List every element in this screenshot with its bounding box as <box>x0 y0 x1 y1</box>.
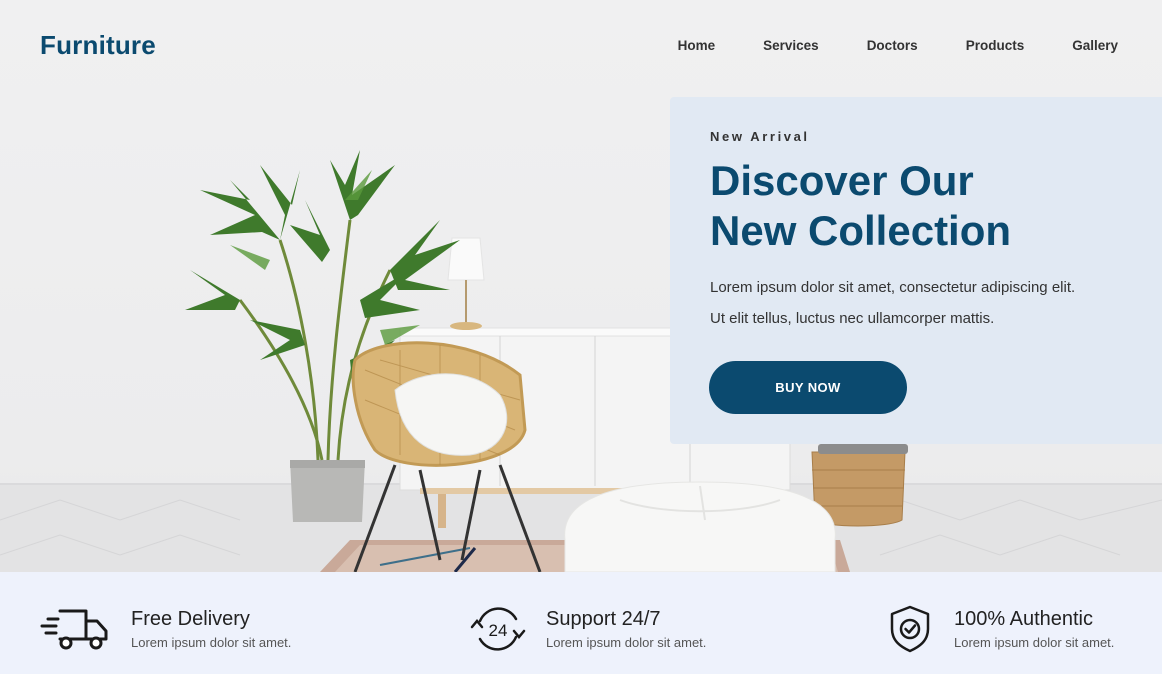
promo-description-line1: Lorem ipsum dolor sit amet, consectetur … <box>710 279 1076 296</box>
feature-subtitle: Lorem ipsum dolor sit amet. <box>954 635 1115 650</box>
feature-subtitle: Lorem ipsum dolor sit amet. <box>131 635 292 650</box>
promo-headline-line2: New Collection <box>710 207 1012 254</box>
promo-card: New Arrival Discover Our New Collection … <box>670 97 1162 444</box>
promo-headline: Discover Our New Collection <box>710 156 1122 256</box>
main-nav: Home Services Doctors Products Gallery <box>678 38 1118 53</box>
nav-link-home[interactable]: Home <box>678 38 716 53</box>
nav-link-products[interactable]: Products <box>966 38 1025 53</box>
buy-now-button[interactable]: BUY NOW <box>709 361 907 414</box>
shield-check-icon <box>890 605 930 653</box>
promo-description: Lorem ipsum dolor sit amet, consectetur … <box>710 272 1122 334</box>
feature-authentic: 100% Authentic Lorem ipsum dolor sit ame… <box>888 605 1158 653</box>
hero-section: Furniture Home Services Doctors Products… <box>0 0 1162 572</box>
feature-title: 100% Authentic <box>954 608 1093 630</box>
feature-support: 24 Support 24/7 Lorem ipsum dolor sit am… <box>470 605 770 653</box>
features-bar: Free Delivery Lorem ipsum dolor sit amet… <box>0 572 1162 674</box>
support-24-7-icon: 24 <box>470 607 526 651</box>
svg-text:24: 24 <box>489 621 508 640</box>
promo-headline-line1: Discover Our <box>710 157 974 204</box>
delivery-truck-icon <box>40 609 108 650</box>
feature-title: Free Delivery <box>131 608 250 630</box>
nav-link-doctors[interactable]: Doctors <box>867 38 918 53</box>
promo-eyebrow: New Arrival <box>710 129 810 144</box>
feature-subtitle: Lorem ipsum dolor sit amet. <box>546 635 707 650</box>
nav-link-services[interactable]: Services <box>763 38 819 53</box>
feature-free-delivery: Free Delivery Lorem ipsum dolor sit amet… <box>40 605 340 653</box>
promo-description-line2: Ut elit tellus, luctus nec ullamcorper m… <box>710 310 995 327</box>
site-logo[interactable]: Furniture <box>40 30 156 61</box>
feature-title: Support 24/7 <box>546 608 661 630</box>
nav-link-gallery[interactable]: Gallery <box>1072 38 1118 53</box>
